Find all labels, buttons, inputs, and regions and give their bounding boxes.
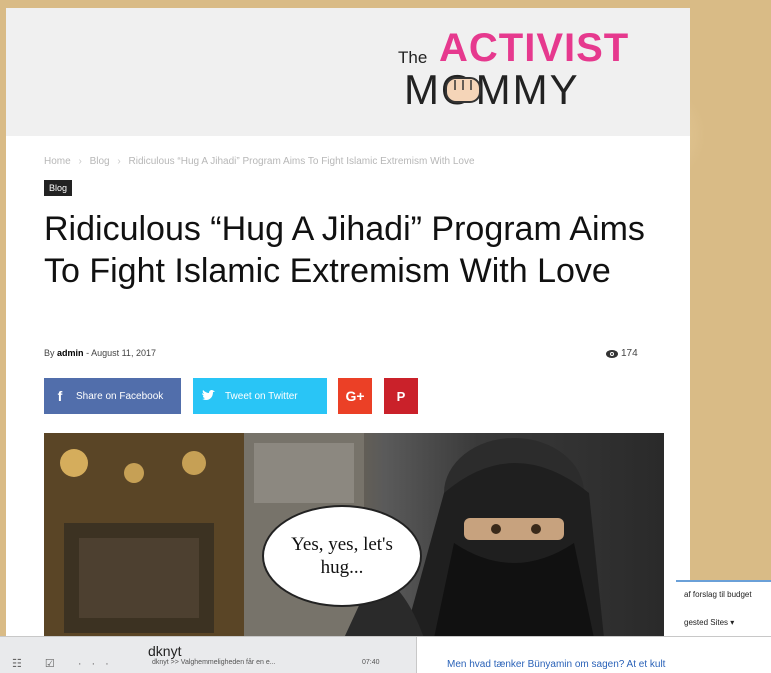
article-date: August 11, 2017 — [91, 348, 156, 358]
breadcrumb-separator: › — [78, 156, 82, 167]
category-badge[interactable]: Blog — [44, 180, 73, 196]
breadcrumb: Home › Blog › Ridiculous “Hug A Jihadi” … — [44, 156, 480, 167]
browser-page: The ACTIVIST MOMMY Home › Blog › Ridicul… — [6, 8, 690, 638]
pinterest-icon: P — [396, 388, 406, 404]
breadcrumb-current[interactable]: Ridiculous “Hug A Jihadi” Program Aims T… — [129, 156, 475, 167]
byline-dash: - — [86, 348, 90, 358]
view-count-value: 174 — [621, 348, 638, 359]
app-title: dknyt — [148, 643, 182, 659]
share-facebook-button[interactable]: f Share on Facebook — [44, 378, 181, 414]
twitter-icon — [193, 388, 225, 404]
message-pane: Men hvad tænker Bünyamin om sagen? At et… — [416, 637, 771, 673]
logo-the: The — [398, 48, 428, 67]
breadcrumb-separator: › — [117, 156, 121, 167]
share-facebook-label: Share on Facebook — [76, 390, 164, 402]
share-pinterest-button[interactable]: P — [384, 378, 418, 414]
byline-by: By — [44, 348, 55, 358]
author-link[interactable]: admin — [57, 348, 84, 358]
fist-icon — [445, 77, 481, 103]
speech-bubble-text: Yes, yes, let's hug... — [264, 533, 420, 579]
bubble-line-1: Yes, yes, let's — [291, 534, 393, 555]
google-plus-icon: G+ — [345, 388, 365, 404]
article-image: Yes, yes, let's hug... — [44, 433, 664, 638]
share-twitter-label: Tweet on Twitter — [225, 390, 298, 402]
site-logo[interactable]: The ACTIVIST MOMMY — [394, 22, 628, 113]
article-byline: By admin - August 11, 2017 — [44, 348, 156, 358]
background-window-panel: af forslag til budget gested Sites ▾ — [676, 580, 771, 638]
share-twitter-button[interactable]: Tweet on Twitter — [193, 378, 327, 414]
share-google-plus-button[interactable]: G+ — [338, 378, 372, 414]
message-preview[interactable]: dknyt >> Valghemmeligheden får en e... — [152, 659, 276, 666]
suggested-sites-menu[interactable]: gested Sites ▾ — [684, 618, 734, 627]
article-title: Ridiculous “Hug A Jihadi” Program Aims T… — [44, 210, 645, 290]
speech-bubble: Yes, yes, let's hug... — [262, 505, 422, 607]
taskbar-icons[interactable]: ☷ ☑ ··· — [12, 657, 119, 670]
eye-icon — [606, 350, 618, 358]
view-count: 174 — [606, 348, 638, 359]
background-window-text: af forslag til budget — [684, 590, 752, 599]
background-app-bar: ☷ ☑ ··· dknyt dknyt >> Valghemmeligheden… — [0, 636, 771, 673]
site-header: The ACTIVIST MOMMY — [6, 8, 690, 136]
bubble-line-2: hug... — [320, 557, 364, 578]
logo-activist: ACTIVIST — [439, 26, 630, 70]
message-text[interactable]: Men hvad tænker Bünyamin om sagen? At et… — [447, 659, 665, 670]
breadcrumb-blog[interactable]: Blog — [90, 156, 110, 167]
logo-mommy: MOMMY — [404, 66, 580, 113]
facebook-icon: f — [57, 388, 63, 404]
message-time: 07:40 — [362, 659, 380, 666]
breadcrumb-home[interactable]: Home — [44, 156, 71, 167]
